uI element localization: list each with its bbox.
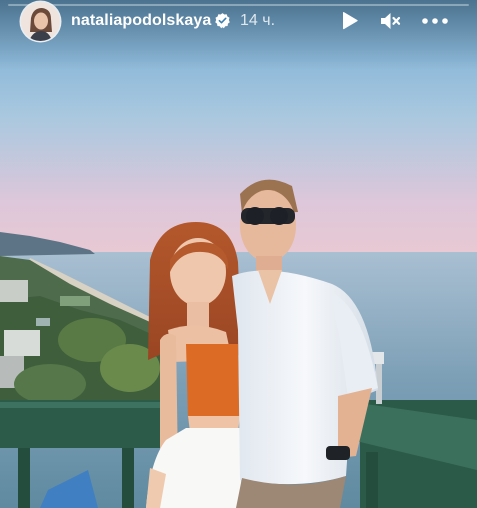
story-viewer[interactable]: nataliapodolskaya 14 ч.: [0, 0, 477, 508]
story-username[interactable]: nataliapodolskaya: [71, 12, 211, 30]
avatar[interactable]: [21, 2, 60, 41]
story-timestamp: 14 ч.: [240, 12, 276, 29]
building: [0, 280, 28, 302]
more-options-icon[interactable]: [421, 9, 449, 33]
play-icon[interactable]: [337, 9, 361, 33]
story-photo: [0, 0, 477, 508]
avatar-image: [21, 2, 60, 41]
railing-post: [122, 448, 134, 508]
story-header: nataliapodolskaya 14 ч.: [0, 0, 477, 44]
railing-post: [18, 448, 30, 508]
building: [4, 330, 40, 356]
mute-icon[interactable]: [378, 9, 402, 33]
woman: [146, 222, 242, 508]
railing-post: [366, 452, 378, 508]
verified-badge-icon: [215, 13, 230, 29]
